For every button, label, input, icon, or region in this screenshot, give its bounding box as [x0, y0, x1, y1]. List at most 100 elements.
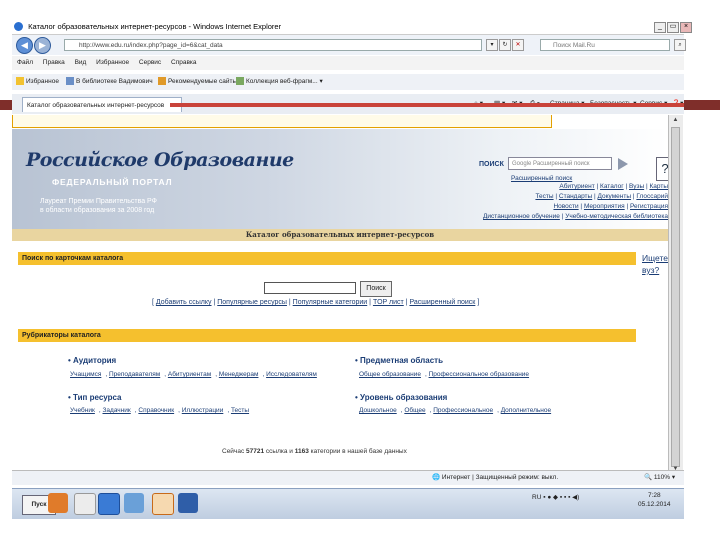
vertical-scrollbar[interactable]: ▲ ▼	[668, 115, 683, 475]
skype-icon[interactable]	[124, 493, 144, 513]
slide-decoration-right	[684, 100, 720, 110]
address-row: ◀ ▶ http://www.edu.ru/index.php?page_id=…	[12, 35, 686, 55]
favorites-item-library[interactable]: В библиотеке Вадимович	[66, 74, 153, 90]
rubric-type-title: • Тип ресурса	[68, 393, 122, 402]
portal-logo[interactable]: Российское Образование	[26, 149, 294, 171]
link-applicants[interactable]: Абитуриентам	[168, 371, 211, 378]
link-researchers[interactable]: Исследователям	[266, 371, 317, 378]
maximize-button[interactable]: ▭	[667, 22, 679, 33]
catalog-search-button[interactable]: Поиск	[360, 281, 392, 297]
menu-file[interactable]: Файл	[17, 59, 33, 66]
portal-help-button[interactable]: ?	[656, 157, 668, 181]
search-section-header: Поиск по карточкам каталога	[18, 252, 636, 265]
status-bar: 🌐 Интернет | Защищенный режим: выкл. 🔍 1…	[12, 470, 684, 485]
word-icon[interactable]	[178, 493, 198, 513]
link-standards[interactable]: Стандарты	[559, 193, 592, 200]
refresh-icon[interactable]: ↻	[499, 39, 511, 51]
sites-icon	[158, 77, 166, 86]
link-top[interactable]: TOP лист	[373, 299, 404, 306]
menu-tools[interactable]: Сервис	[139, 59, 161, 66]
favorites-button[interactable]: Избранное	[16, 74, 59, 90]
menu-view[interactable]: Вид	[75, 59, 87, 66]
ie-taskbar-icon[interactable]	[98, 493, 120, 515]
link-additional[interactable]: Дополнительное	[501, 407, 551, 414]
catalog-search-input[interactable]	[264, 282, 356, 294]
link-professional[interactable]: Профессиональное	[433, 407, 493, 414]
link-problem-book[interactable]: Задачник	[102, 407, 130, 414]
back-button[interactable]: ◀	[16, 37, 33, 54]
portal-subtitle: ФЕДЕРАЛЬНЫЙ ПОРТАЛ	[52, 177, 173, 187]
taskbar: Пуск RU ▪ ● ◆ ▪ ▪ ▪ ◀) 7:28 05.12.2014	[12, 488, 684, 519]
link-karty[interactable]: Карты	[649, 183, 668, 190]
menu-help[interactable]: Справка	[171, 59, 197, 66]
powerpoint-icon[interactable]	[152, 493, 174, 515]
page-content: Российское Образование ФЕДЕРАЛЬНЫЙ ПОРТА…	[12, 115, 668, 470]
language-indicator[interactable]: RU	[532, 494, 541, 501]
link-popular-categories[interactable]: Популярные категории	[293, 299, 368, 306]
portal-banner: Российское Образование ФЕДЕРАЛЬНЫЙ ПОРТА…	[12, 129, 668, 239]
browser-search-icon[interactable]: ⌕	[674, 39, 686, 51]
slide-decoration-bar	[170, 103, 684, 107]
favorites-item-webslices[interactable]: Коллекция веб-фрагм... ▾	[236, 74, 323, 90]
top-links-row3: Новости | Мероприятия | Регистрация	[553, 203, 668, 210]
address-input[interactable]: http://www.edu.ru/index.php?page_id=6&ca…	[64, 39, 482, 51]
link-news[interactable]: Новости	[553, 203, 578, 210]
tab-catalog[interactable]: Каталог образовательных интернет-ресурсо…	[22, 97, 182, 112]
rubric-audience-title: • Аудитория	[68, 356, 117, 365]
link-catalog[interactable]: Каталог	[600, 183, 624, 190]
rubric-audience-links: Учащимся, Преподавателям, Абитуриентам, …	[70, 371, 317, 378]
rubric-level-links: Дошкольное, Общее, Профессиональное, Доп…	[359, 407, 552, 414]
link-events[interactable]: Мероприятия	[584, 203, 625, 210]
link-advanced-search[interactable]: Расширенный поиск	[409, 299, 475, 306]
link-glossary[interactable]: Глоссарий	[636, 193, 668, 200]
link-documents[interactable]: Документы	[598, 193, 632, 200]
search-links: [ Добавить ссылку | Популярные ресурсы |…	[152, 299, 480, 306]
rubric-type-links: Учебник, Задачник, Справочник, Иллюстрац…	[70, 407, 250, 414]
link-preschool[interactable]: Дошкольное	[359, 407, 397, 414]
firefox-icon[interactable]	[48, 493, 68, 513]
menu-bar: Файл Правка Вид Избранное Сервис Справка	[12, 56, 684, 70]
link-popular-resources[interactable]: Популярные ресурсы	[217, 299, 287, 306]
link-general[interactable]: Общее	[404, 407, 425, 414]
stop-icon[interactable]: ✕	[512, 39, 524, 51]
resource-count: 57721	[246, 448, 265, 455]
close-button[interactable]: ×	[680, 22, 692, 33]
ishete-vuz-link[interactable]: Ищете вуз?	[642, 252, 668, 276]
link-register[interactable]: Регистрация	[630, 203, 668, 210]
portal-search-input[interactable]: Google Расширенный поиск	[508, 157, 612, 170]
link-abiturient[interactable]: Абитуриент	[559, 183, 594, 190]
link-tests[interactable]: Тесты	[535, 193, 553, 200]
favorites-item-recommended[interactable]: Рекомендуемые сайты ▾	[158, 74, 242, 90]
link-managers[interactable]: Менеджерам	[219, 371, 259, 378]
browser-search-input[interactable]: Поиск Mail.Ru	[540, 39, 670, 51]
link-general-education[interactable]: Общее образование	[359, 371, 421, 378]
link-library[interactable]: Учебно-методическая библиотека	[565, 213, 668, 220]
link-tests-type[interactable]: Тесты	[231, 407, 249, 414]
scroll-up-icon[interactable]: ▲	[671, 116, 680, 125]
files-icon[interactable]	[74, 493, 96, 515]
catalog-stats: Сейчас 57721 ссылка и 1163 категории в н…	[222, 448, 407, 455]
link-teachers[interactable]: Преподавателям	[109, 371, 160, 378]
link-textbook[interactable]: Учебник	[70, 407, 95, 414]
link-add[interactable]: Добавить ссылку	[156, 299, 212, 306]
forward-button[interactable]: ▶	[34, 37, 51, 54]
link-vuzy[interactable]: Вузы	[629, 183, 644, 190]
extended-search-link[interactable]: Расширенный поиск	[511, 175, 572, 182]
link-reference[interactable]: Справочник	[138, 407, 174, 414]
link-illustrations[interactable]: Иллюстрации	[182, 407, 224, 414]
menu-favorites[interactable]: Избранное	[96, 59, 129, 66]
status-zone: 🌐 Интернет | Защищенный режим: выкл.	[432, 474, 559, 481]
page-icon	[66, 77, 74, 86]
address-dropdown-icon[interactable]: ▾	[486, 39, 498, 51]
scroll-thumb[interactable]	[671, 127, 680, 467]
category-count: 1163	[294, 448, 309, 455]
minimize-button[interactable]: _	[654, 22, 666, 33]
status-zoom[interactable]: 🔍 110% ▾	[644, 471, 675, 485]
link-students[interactable]: Учащимся	[70, 371, 101, 378]
link-distance[interactable]: Дистанционное обучение	[483, 213, 560, 220]
menu-edit[interactable]: Правка	[43, 59, 65, 66]
link-professional-education[interactable]: Профессиональное образование	[429, 371, 529, 378]
portal-search-go-icon[interactable]	[618, 158, 628, 170]
clock[interactable]: 7:28 05.12.2014	[638, 491, 671, 509]
tray-icons[interactable]: ▪ ● ◆ ▪ ▪ ▪ ◀)	[543, 494, 579, 501]
